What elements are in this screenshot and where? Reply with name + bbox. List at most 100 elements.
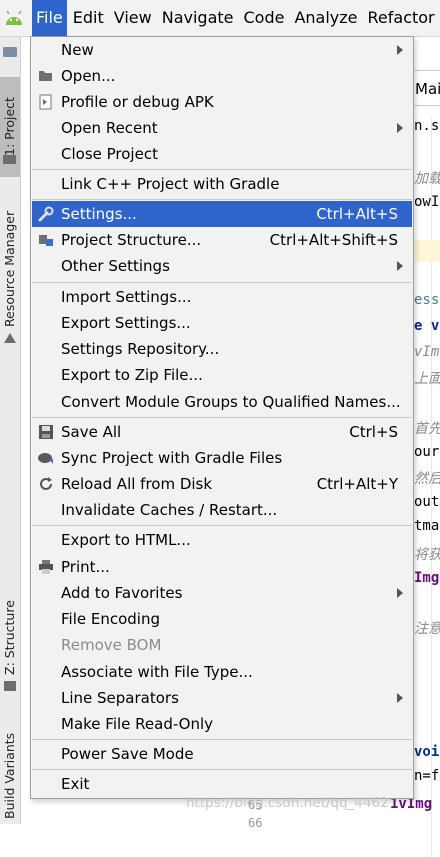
menu-item-export-settings[interactable]: Export Settings... (32, 310, 412, 336)
menu-item-profile-apk[interactable]: Profile or debug APK (32, 89, 412, 115)
menu-file[interactable]: File (32, 0, 67, 36)
left-tool-strip: 1: Project Resource Manager Z: Structure… (0, 37, 21, 824)
code-fragment: vIm (414, 344, 440, 360)
menu-item-label: File Encoding (61, 610, 160, 628)
menu-item-label: Print... (61, 558, 110, 576)
menu-item-label: Make File Read-Only (61, 715, 214, 733)
menu-bar: File Edit View Navigate Code Analyze Ref… (0, 0, 440, 37)
menu-item-invalidate-caches[interactable]: Invalidate Caches / Restart... (32, 497, 412, 523)
menu-edit[interactable]: Edit (69, 0, 108, 36)
menu-item-label: Export to HTML... (61, 531, 191, 549)
menu-item-import-settings[interactable]: Import Settings... (32, 284, 412, 310)
menu-item-label: Close Project (61, 145, 158, 163)
folder-open-icon (32, 63, 60, 89)
structure-icon (4, 681, 16, 691)
submenu-arrow-icon (397, 45, 403, 55)
menu-item-close-project[interactable]: Close Project (32, 141, 412, 167)
menu-item-make-read-only[interactable]: Make File Read-Only (32, 711, 412, 737)
reload-icon (32, 471, 60, 497)
menu-item-label: Remove BOM (61, 636, 162, 654)
menu-item-export-html[interactable]: Export to HTML... (32, 527, 412, 553)
menu-item-label: Export Settings... (61, 314, 191, 332)
menu-item-new[interactable]: New (32, 37, 412, 63)
menu-code[interactable]: Code (240, 0, 289, 36)
menu-item-label: New (61, 41, 94, 59)
tool-tab-build-variants[interactable]: Build Variants (0, 731, 20, 821)
code-fragment: essL (414, 292, 440, 308)
code-fragment: n=fi (414, 768, 440, 784)
menu-item-associate-file-type[interactable]: Associate with File Type... (32, 659, 412, 685)
menu-item-label: Reload All from Disk (61, 475, 213, 493)
code-fragment: e vo (414, 318, 440, 334)
menu-item-project-structure[interactable]: Project Structure... Ctrl+Alt+Shift+S (32, 227, 412, 253)
code-fragment: outS (414, 494, 440, 510)
menu-item-link-cpp[interactable]: Link C++ Project with Gradle (32, 171, 412, 197)
tool-tab-structure[interactable]: Z: Structure (0, 599, 20, 677)
save-icon (32, 419, 60, 445)
menu-item-label: Associate with File Type... (61, 663, 253, 681)
menu-item-label: Save All (61, 423, 122, 441)
menu-item-save-all[interactable]: Save All Ctrl+S (32, 419, 412, 445)
menu-item-power-save[interactable]: Power Save Mode (32, 741, 412, 767)
menu-item-label: Export to Zip File... (61, 366, 203, 384)
menu-separator (32, 525, 412, 526)
menu-shortcut: Ctrl+S (349, 423, 398, 441)
menu-analyze[interactable]: Analyze (290, 0, 361, 36)
menu-item-reload-disk[interactable]: Reload All from Disk Ctrl+Alt+Y (32, 471, 412, 497)
menu-shortcut: Ctrl+Alt+Y (316, 475, 398, 493)
menu-item-settings-repository[interactable]: Settings Repository... (32, 336, 412, 362)
menu-shortcut: Ctrl+Alt+S (316, 205, 398, 223)
menu-item-print[interactable]: Print... (32, 554, 412, 580)
menu-item-file-encoding[interactable]: File Encoding (32, 606, 412, 632)
submenu-arrow-icon (397, 261, 403, 271)
code-fragment: our (414, 444, 440, 460)
printer-icon (32, 554, 60, 580)
menu-separator (32, 769, 412, 770)
submenu-arrow-icon (397, 693, 403, 703)
menu-item-line-separators[interactable]: Line Separators (32, 685, 412, 711)
code-fragment: 首先 (414, 421, 440, 437)
code-fragment: 加载 (414, 171, 440, 187)
apk-icon (32, 89, 60, 115)
menu-item-open[interactable]: Open... (32, 63, 412, 89)
code-fragment: 然后 (414, 471, 440, 487)
code-fragment: tmap (414, 518, 440, 534)
menu-item-label: Exit (61, 775, 90, 793)
menu-view[interactable]: View (110, 0, 156, 36)
code-fragment: owIm (414, 194, 440, 210)
menu-item-label: Profile or debug APK (61, 93, 214, 111)
menu-item-export-zip[interactable]: Export to Zip File... (32, 362, 412, 388)
project-structure-icon (32, 227, 60, 253)
menu-item-open-recent[interactable]: Open Recent (32, 115, 412, 141)
menu-item-remove-bom: Remove BOM (32, 632, 412, 658)
menu-item-label: Convert Module Groups to Qualified Names… (61, 393, 401, 411)
menu-item-label: Import Settings... (61, 288, 192, 306)
menu-item-settings[interactable]: Settings... Ctrl+Alt+S (32, 201, 412, 227)
line-number: 66 (248, 816, 263, 830)
menu-separator (32, 169, 412, 170)
menu-item-sync-gradle[interactable]: Sync Project with Gradle Files (32, 445, 412, 471)
resource-manager-icon (4, 333, 16, 343)
menu-separator (32, 282, 412, 283)
android-studio-logo-icon (3, 9, 25, 27)
menu-refactor[interactable]: Refactor (364, 0, 439, 36)
file-menu-dropdown: New Open... Profile or debug APK Open Re… (30, 36, 414, 799)
menu-item-label: Power Save Mode (61, 745, 194, 763)
menu-navigate[interactable]: Navigate (158, 0, 238, 36)
submenu-arrow-icon (397, 123, 403, 133)
menu-item-exit[interactable]: Exit (32, 771, 412, 797)
current-line-highlight (414, 240, 440, 262)
code-fragment: voi (414, 744, 440, 760)
menu-item-label: Line Separators (61, 689, 179, 707)
menu-item-add-favorites[interactable]: Add to Favorites (32, 580, 412, 606)
menu-separator (32, 199, 412, 200)
menu-item-label: Add to Favorites (61, 584, 183, 602)
menu-item-convert-module-groups[interactable]: Convert Module Groups to Qualified Names… (32, 389, 412, 415)
tool-tab-resource-manager[interactable]: Resource Manager (0, 205, 20, 333)
menu-item-other-settings[interactable]: Other Settings (32, 253, 412, 279)
folder-icon[interactable] (3, 47, 17, 57)
menu-item-label: Open... (61, 67, 116, 85)
gradle-sync-icon (32, 445, 60, 471)
menu-shortcut: Ctrl+Alt+Shift+S (269, 231, 398, 249)
menu-item-label: Sync Project with Gradle Files (61, 449, 283, 467)
